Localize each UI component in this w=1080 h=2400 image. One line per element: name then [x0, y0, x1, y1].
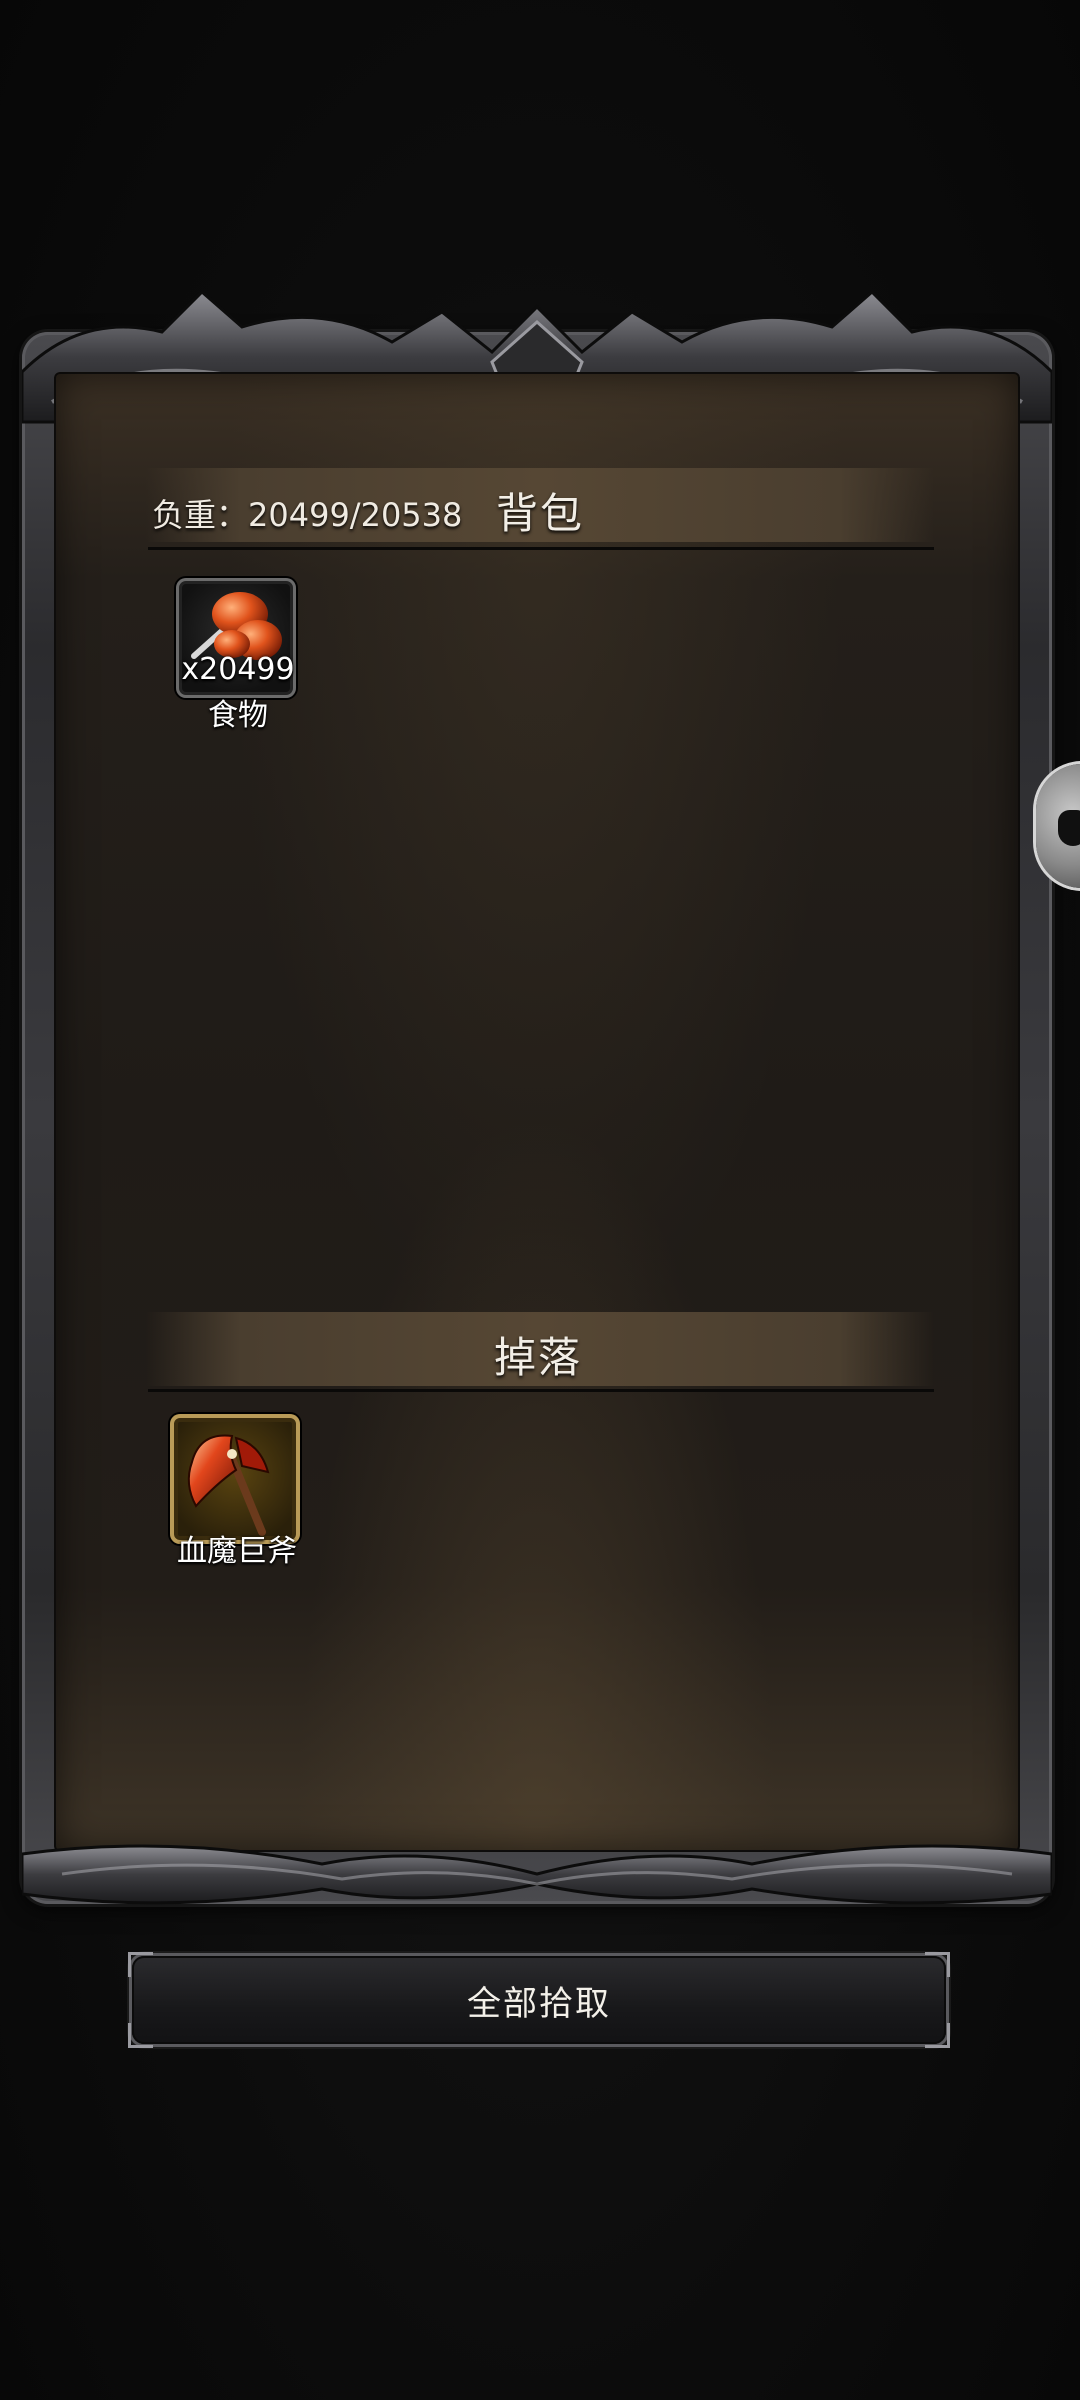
drops-title: 掉落	[494, 1333, 583, 1382]
pick-all-label: 全部拾取	[467, 1983, 611, 2024]
button-corner-ornament	[925, 2023, 950, 2048]
backpack-header-divider	[148, 547, 934, 550]
drop-item-slot-axe[interactable]	[170, 1414, 300, 1544]
food-quantity: x20499	[181, 652, 295, 687]
button-corner-ornament	[128, 2023, 153, 2048]
backpack-title: 背包	[496, 489, 585, 538]
axe-item-name: 血魔巨斧	[177, 1534, 297, 1569]
button-corner-ornament	[128, 1952, 153, 1977]
game-screen: 负重：20499/20538 背包 x20499 食物 掉落 血魔巨斧 全部拾取	[0, 0, 1080, 2400]
drops-header-divider	[148, 1389, 934, 1392]
weight-capacity-label: 负重：20499/20538	[152, 496, 463, 534]
assistant-icon	[1058, 810, 1080, 846]
food-item-name: 食物	[208, 698, 268, 733]
pick-all-button[interactable]: 全部拾取	[128, 1952, 950, 2048]
button-corner-ornament	[925, 1952, 950, 1977]
axe-item-icon	[187, 1434, 270, 1536]
frame-base-ornament	[22, 1844, 1052, 1905]
